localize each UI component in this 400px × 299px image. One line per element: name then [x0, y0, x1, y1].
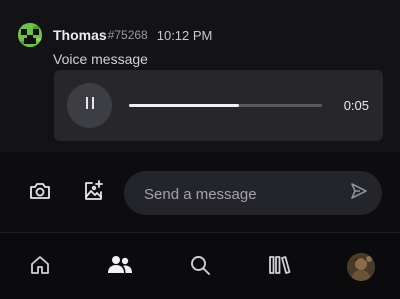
voice-duration: 0:05 [343, 98, 369, 113]
pause-button[interactable] [67, 83, 112, 128]
send-icon [350, 182, 368, 205]
nav-library[interactable] [266, 253, 294, 281]
add-image-icon [82, 179, 104, 207]
friends-icon [107, 254, 133, 281]
message-text: Voice message [53, 51, 148, 67]
message-timestamp: 10:12 PM [156, 27, 213, 43]
author-name[interactable]: Thomas [53, 27, 107, 43]
voice-message-card: 0:05 [54, 70, 383, 141]
message-composer [0, 152, 400, 232]
camera-button[interactable] [25, 178, 55, 208]
message-input[interactable] [142, 171, 346, 217]
pause-icon [83, 95, 97, 116]
creeper-avatar-icon[interactable] [18, 23, 42, 47]
chat-area: Thomas #75268 10:12 PM Voice message 0:0… [0, 0, 400, 152]
message-input-box [124, 171, 382, 217]
home-icon [29, 254, 51, 281]
bottom-navigation [0, 233, 400, 299]
playback-progress-fill [129, 104, 239, 107]
app-screen: Thomas #75268 10:12 PM Voice message 0:0… [0, 0, 400, 299]
camera-icon [29, 181, 51, 206]
add-image-button[interactable] [78, 178, 108, 208]
nav-home[interactable] [26, 253, 54, 281]
message-header: Thomas #75268 10:12 PM [18, 23, 213, 47]
author-tag: #75268 [107, 28, 148, 42]
nav-search[interactable] [186, 253, 214, 281]
nav-friends[interactable] [106, 253, 134, 281]
playback-progress-bar[interactable] [129, 104, 322, 107]
nav-profile[interactable] [347, 253, 375, 281]
profile-avatar [347, 253, 375, 281]
send-button[interactable] [348, 182, 370, 204]
library-icon [268, 254, 292, 281]
search-icon [189, 254, 211, 281]
